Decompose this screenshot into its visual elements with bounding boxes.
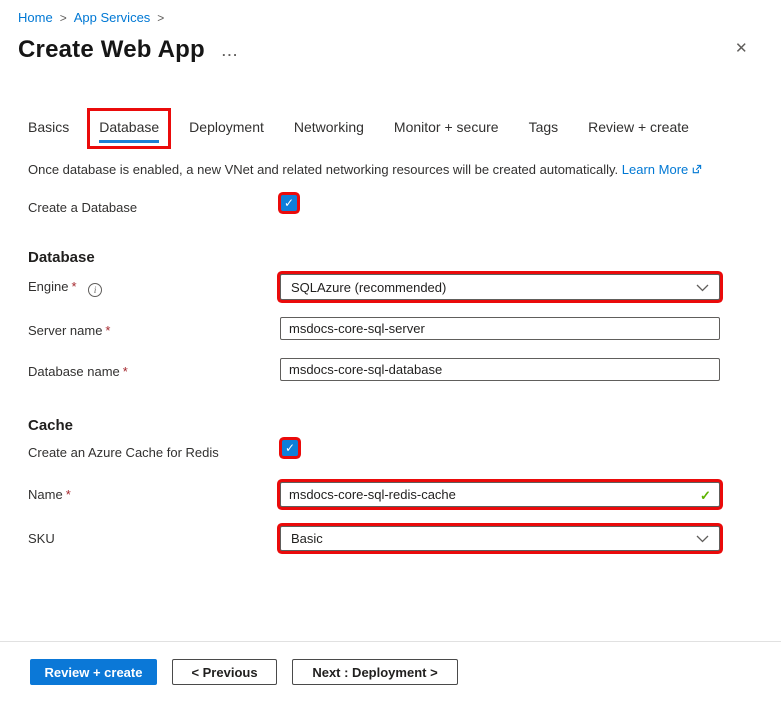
cache-section-header: Cache [28, 417, 73, 434]
sku-label: SKU [28, 531, 55, 546]
engine-select-value: SQLAzure (recommended) [291, 280, 446, 295]
checkmark-icon: ✓ [284, 197, 294, 209]
breadcrumb-separator-icon: > [60, 11, 67, 25]
chevron-down-icon [696, 280, 709, 295]
active-tab-underline [99, 140, 159, 143]
database-name-label: Database name* [28, 364, 128, 379]
tab-networking[interactable]: Networking [294, 117, 364, 137]
cache-name-input[interactable] [280, 482, 720, 507]
cache-name-label: Name* [28, 487, 71, 502]
tab-monitor-secure[interactable]: Monitor + secure [394, 117, 499, 137]
vnet-notice-text: Once database is enabled, a new VNet and… [28, 162, 618, 177]
page-title: Create Web App [18, 36, 205, 64]
info-icon[interactable]: i [88, 283, 102, 297]
next-deployment-button[interactable]: Next : Deployment > [292, 659, 458, 685]
more-options-icon[interactable]: ... [222, 44, 239, 59]
validation-check-icon: ✓ [700, 488, 711, 504]
required-asterisk: * [123, 364, 128, 379]
tab-database-annotation-box: Database [87, 108, 171, 149]
learn-more-link[interactable]: Learn More [622, 162, 688, 177]
engine-select[interactable]: SQLAzure (recommended) [280, 274, 720, 300]
server-name-input[interactable] [280, 317, 720, 340]
create-database-label: Create a Database [28, 200, 137, 215]
database-name-input[interactable] [280, 358, 720, 381]
breadcrumb-separator-icon: > [157, 11, 164, 25]
tab-basics[interactable]: Basics [28, 117, 69, 137]
chevron-down-icon [696, 531, 709, 546]
tab-tags[interactable]: Tags [529, 117, 559, 137]
create-redis-checkbox[interactable]: ✓ [282, 440, 298, 456]
wizard-tabs: Basics Database Deployment Networking Mo… [28, 117, 689, 137]
create-database-checkbox[interactable]: ✓ [281, 195, 297, 211]
database-section-header: Database [28, 249, 95, 266]
checkmark-icon: ✓ [285, 442, 295, 454]
external-link-icon [691, 163, 702, 178]
previous-button[interactable]: < Previous [172, 659, 277, 685]
server-name-label: Server name* [28, 323, 110, 338]
tab-deployment[interactable]: Deployment [189, 117, 264, 137]
required-asterisk: * [105, 323, 110, 338]
tab-review-create[interactable]: Review + create [588, 117, 689, 137]
tab-database[interactable]: Database [99, 119, 159, 135]
engine-label: Engine* i [28, 279, 102, 297]
sku-select-value: Basic [291, 531, 323, 546]
vnet-notice: Once database is enabled, a new VNet and… [28, 162, 702, 178]
required-asterisk: * [66, 487, 71, 502]
create-web-app-page: Home > App Services > Create Web App ...… [0, 0, 781, 704]
breadcrumb-app-services[interactable]: App Services [74, 10, 151, 25]
close-icon[interactable]: ✕ [735, 41, 748, 56]
sku-select[interactable]: Basic [280, 526, 720, 551]
required-asterisk: * [71, 279, 76, 294]
footer-divider [0, 641, 781, 642]
breadcrumb-home[interactable]: Home [18, 10, 53, 25]
review-create-button[interactable]: Review + create [30, 659, 157, 685]
create-redis-label: Create an Azure Cache for Redis [28, 445, 219, 460]
breadcrumb: Home > App Services > [18, 10, 164, 25]
